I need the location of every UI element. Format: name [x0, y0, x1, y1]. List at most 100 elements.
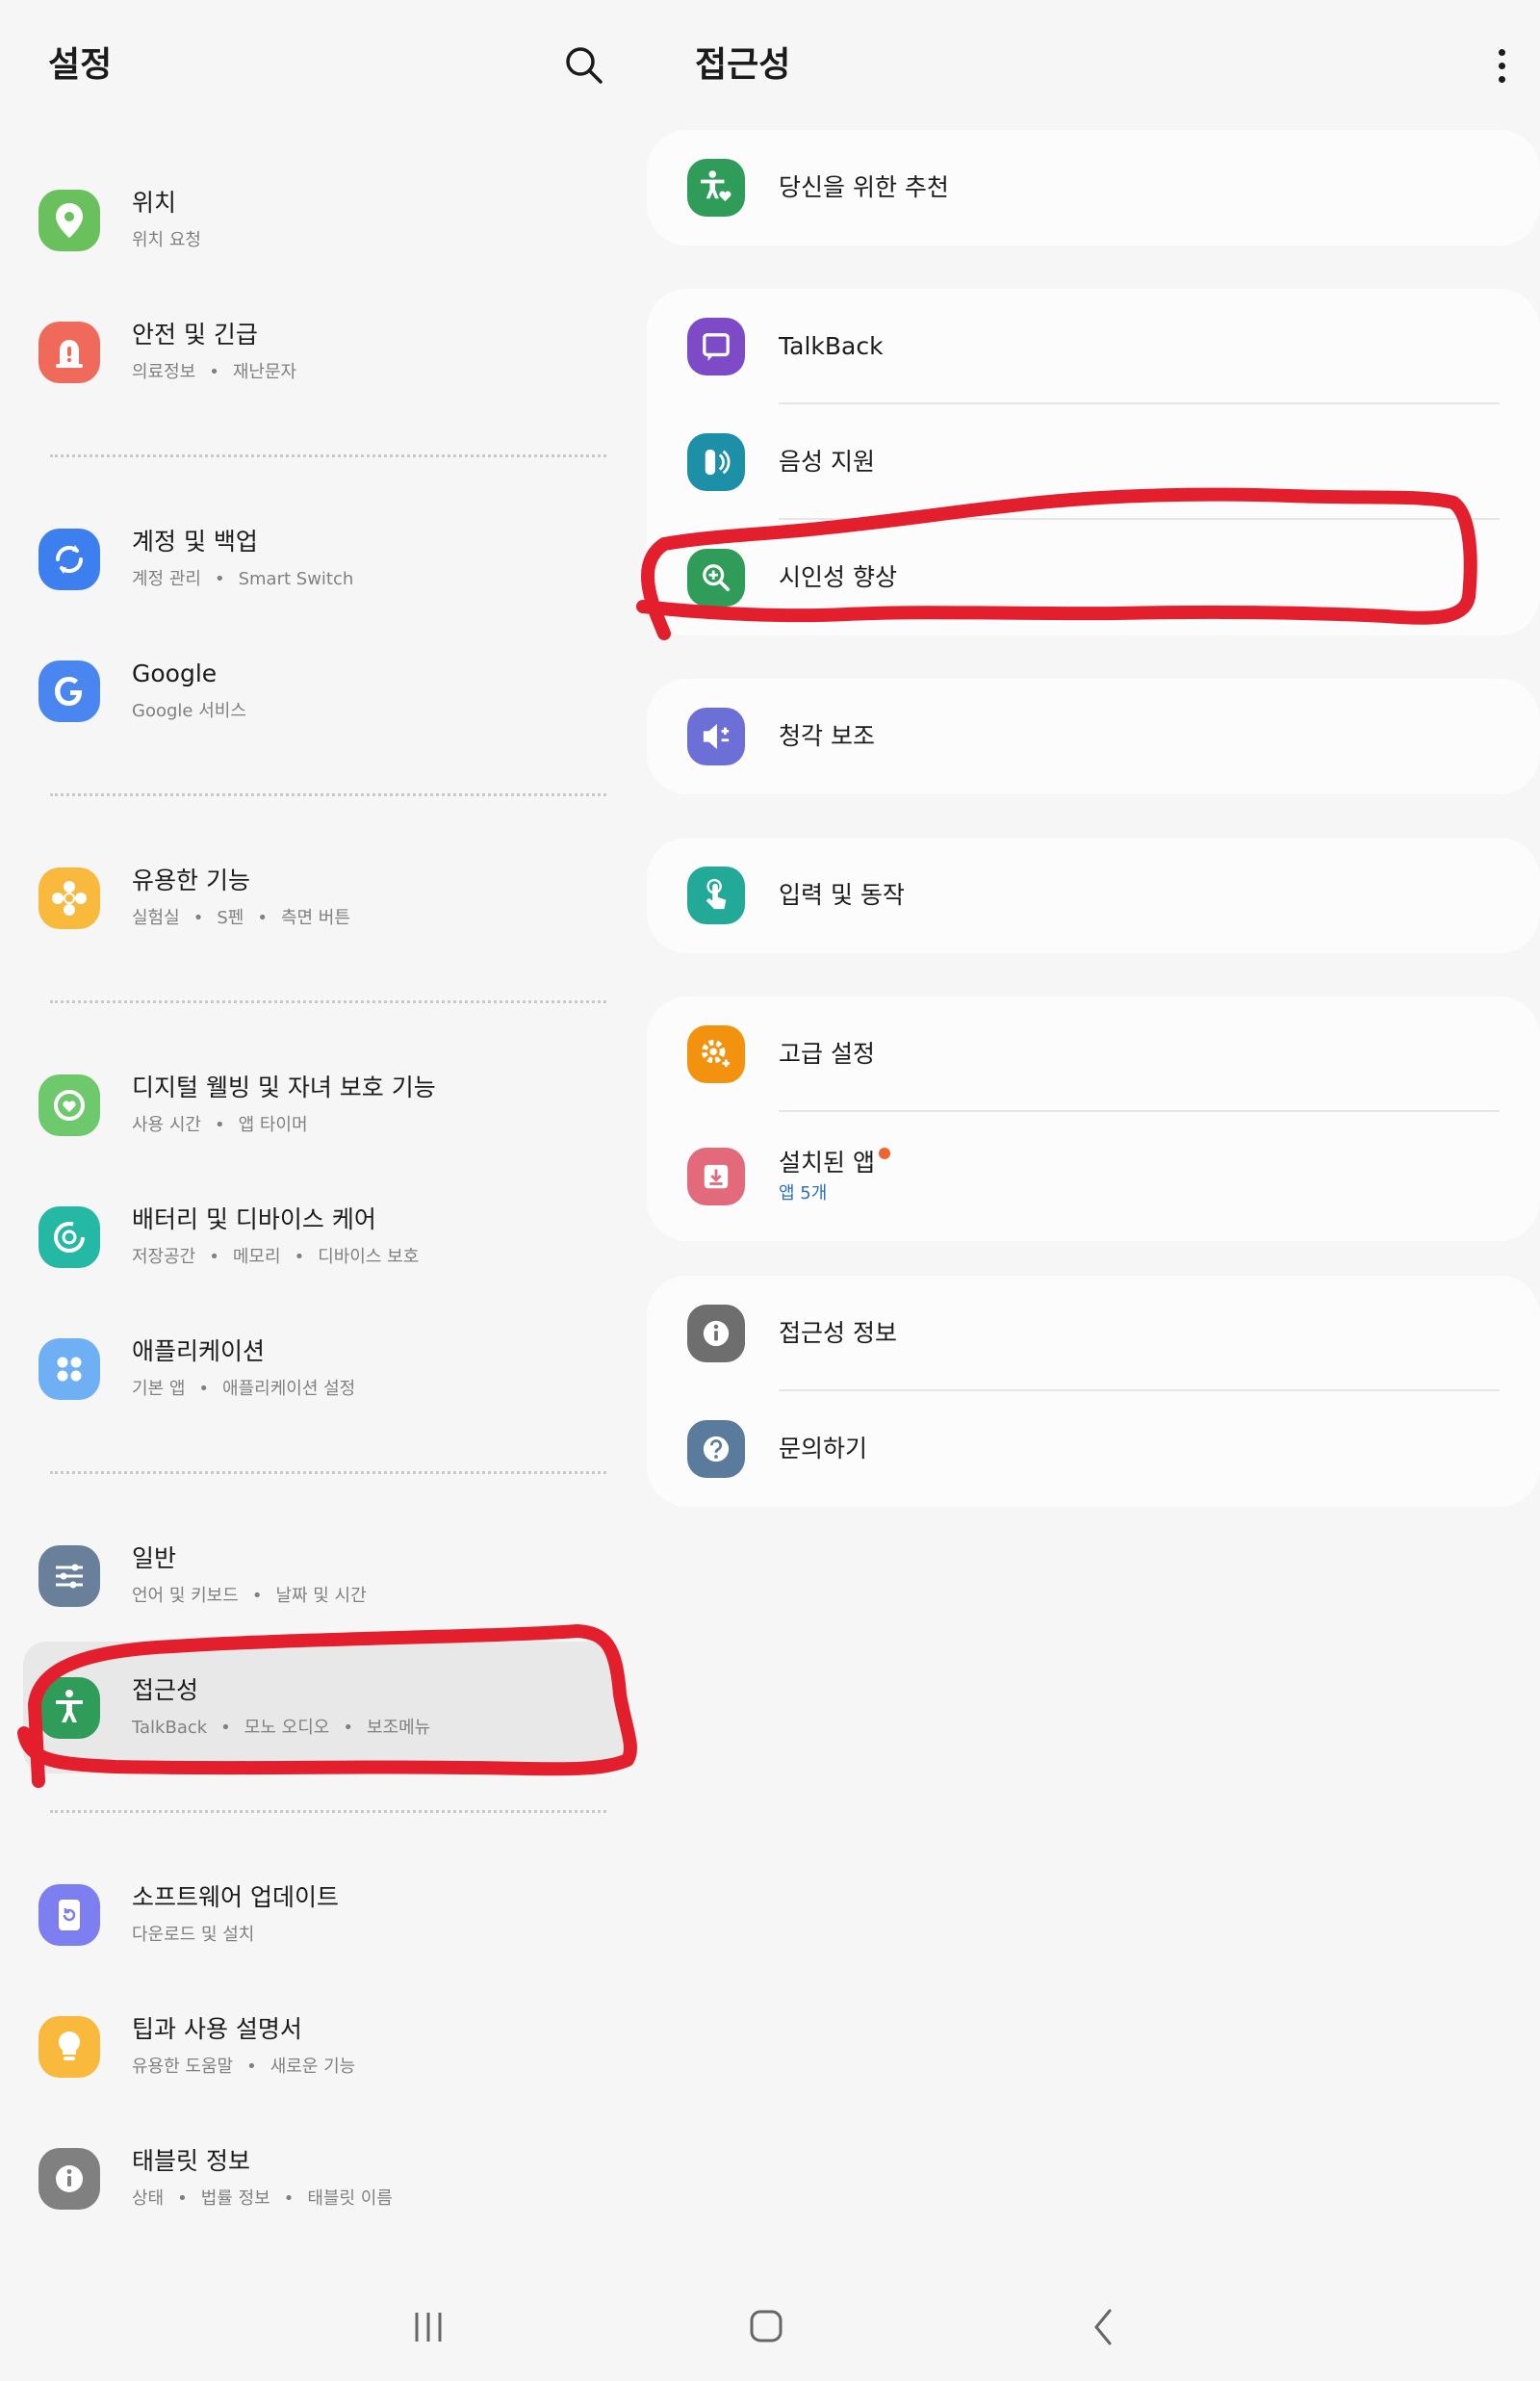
subtitle-part: Smart Switch [238, 568, 354, 589]
navigation-bar [0, 2272, 1540, 2381]
separator-dot: • [246, 2056, 257, 2077]
accessibility-item[interactable]: TalkBack [647, 289, 1540, 404]
subtitle-part: 날짜 및 시간 [275, 1585, 367, 1606]
page-title: 설정 [48, 45, 113, 85]
settings-item-subtitle: 의료정보 • 재난문자 [132, 358, 296, 387]
settings-item[interactable]: Google Google 서비스 [0, 625, 635, 757]
settings-item-subtitle: 계정 관리 • Smart Switch [132, 565, 353, 594]
section-divider [0, 1435, 635, 1510]
accessibility-item[interactable]: 음성 지원 [647, 404, 1540, 520]
sync-icon [38, 528, 100, 590]
more-vertical-icon[interactable] [1482, 42, 1521, 89]
accessibility-item[interactable]: 청각 보조 [647, 679, 1540, 794]
recents-icon[interactable] [399, 2299, 457, 2357]
subtitle-part: 새로운 기능 [270, 2056, 356, 2077]
accessibility-item-title: 고급 설정 [779, 1037, 875, 1072]
accessibility-heart-icon [687, 159, 745, 217]
settings-item-subtitle: 다운로드 및 설치 [132, 1921, 339, 1950]
new-badge-dot [878, 1148, 890, 1159]
section-divider [0, 1773, 635, 1849]
accessibility-item[interactable]: 입력 및 동작 [647, 838, 1540, 953]
accessibility-item[interactable]: 고급 설정 [647, 996, 1540, 1112]
accessibility-item[interactable]: 문의하기 [647, 1391, 1540, 1507]
subtitle-part: 측면 버튼 [280, 907, 350, 928]
accessibility-item-title: 접근성 정보 [779, 1316, 897, 1351]
accessibility-item[interactable]: 당신을 위한 추천 [647, 130, 1540, 246]
settings-item[interactable]: 접근성 TalkBack • 모노 오디오 • 보조메뉴 [23, 1642, 624, 1773]
separator-dot: • [192, 907, 204, 928]
settings-item[interactable]: 태블릿 정보 상태 • 법률 정보 • 태블릿 이름 [0, 2112, 635, 2244]
settings-item[interactable]: 계정 및 백업계정 관리 • Smart Switch [0, 493, 635, 625]
settings-item-title: 디지털 웰빙 및 자녀 보호 기능 [132, 1073, 436, 1101]
section-divider [0, 757, 635, 832]
home-icon[interactable] [738, 2299, 796, 2357]
subtitle-part: 모노 오디오 [244, 1717, 330, 1738]
separator-dot: • [220, 1717, 231, 1738]
accessibility-panel: 접근성 당신을 위한 추천 TalkBack 음성 지원시인성 향상청각 보조입력 … [647, 0, 1540, 2272]
location-icon [38, 189, 100, 251]
accessibility-header: 접근성 [695, 37, 1521, 94]
settings-card: 청각 보조 [647, 679, 1540, 794]
puzzle-icon [38, 867, 100, 929]
accessibility-item-title: 음성 지원 [779, 445, 875, 479]
subtitle-part: 메모리 [232, 1246, 281, 1267]
settings-item-subtitle: 유용한 도움말 • 새로운 기능 [132, 2053, 355, 2082]
talkback-icon [687, 318, 745, 375]
settings-item-title: 소프트웨어 업데이트 [132, 1882, 339, 1911]
item-title-text: 문의하기 [779, 1435, 868, 1462]
subtitle-part: TalkBack [132, 1717, 208, 1738]
settings-item[interactable]: 애플리케이션 기본 앱 • 애플리케이션 설정 [0, 1303, 635, 1435]
settings-item[interactable]: 디지털 웰빙 및 자녀 보호 기능사용 시간 • 앱 타이머 [0, 1039, 635, 1171]
item-title-text: 고급 설정 [779, 1040, 875, 1068]
settings-item-title: Google [132, 659, 218, 687]
subtitle-part: 법률 정보 [200, 2187, 270, 2209]
settings-item-title: 팁과 사용 설명서 [132, 2014, 302, 2043]
settings-list: 위치 위치 요청 안전 및 긴급 의료정보 • 재난문자 계정 및 백업 계정 관리 • Smar… [0, 154, 635, 2244]
settings-item-subtitle: 기본 앱 • 애플리케이션 설정 [132, 1375, 355, 1404]
separator-dot: • [294, 1246, 305, 1267]
subtitle-part: 애플리케이션 설정 [222, 1378, 356, 1399]
separator-dot: • [198, 1378, 210, 1399]
subtitle-part: 재난문자 [232, 361, 297, 382]
subtitle-part: 사용 시간 [132, 1114, 201, 1135]
settings-panel: 설정 위치 위치 요청 안전 및 긴급 의료정보 • 재난문자 계정 및 백업 계정 관리 • S… [0, 0, 635, 2272]
hearing-icon [687, 708, 745, 765]
accessibility-item[interactable]: 설치된 앱앱 5개 [647, 1112, 1540, 1241]
subtitle-part: 디바이스 보호 [318, 1246, 420, 1267]
settings-card: 접근성 정보문의하기 [647, 1276, 1540, 1507]
settings-item-title: 애플리케이션 [132, 1336, 266, 1365]
settings-card: 고급 설정설치된 앱앱 5개 [647, 996, 1540, 1241]
settings-item-title: 계정 및 백업 [132, 527, 258, 556]
accessibility-item-title: 청각 보조 [779, 719, 875, 754]
settings-item-title: 유용한 기능 [132, 866, 250, 894]
wellbeing-icon [38, 1074, 100, 1136]
gear-plus-icon [687, 1025, 745, 1083]
settings-item[interactable]: 위치 위치 요청 [0, 154, 635, 286]
settings-item[interactable]: 배터리 및 디바이스 케어 저장공간 • 메모리 • 디바이스 보호 [0, 1171, 635, 1303]
subtitle-part: 언어 및 키보드 [132, 1585, 239, 1606]
separator-dot: • [283, 2187, 295, 2209]
settings-item[interactable]: 안전 및 긴급 의료정보 • 재난문자 [0, 286, 635, 418]
settings-item[interactable]: 소프트웨어 업데이트다운로드 및 설치 [0, 1849, 635, 1980]
settings-card: 당신을 위한 추천 [647, 130, 1540, 246]
zoom-in-icon [687, 549, 745, 607]
subtitle-part: 계정 관리 [132, 568, 201, 589]
back-icon[interactable] [1075, 2299, 1133, 2357]
accessibility-item[interactable]: 시인성 향상 [647, 520, 1540, 635]
accessibility-item-title: 시인성 향상 [779, 560, 897, 595]
subtitle-part: 유용한 도움말 [132, 2056, 234, 2077]
separator-dot: • [257, 907, 268, 928]
settings-item[interactable]: 팁과 사용 설명서유용한 도움말 • 새로운 기능 [0, 1980, 635, 2112]
download-icon [687, 1148, 745, 1205]
section-divider [0, 418, 635, 493]
settings-item-subtitle: 사용 시간 • 앱 타이머 [132, 1111, 436, 1140]
search-icon[interactable] [560, 42, 606, 89]
update-icon [38, 1883, 100, 1946]
item-title-text: 당신을 위한 추천 [779, 173, 949, 201]
accessibility-item-title: 문의하기 [779, 1432, 867, 1466]
settings-item[interactable]: 유용한 기능 실험실 • S펜 • 측면 버튼 [0, 832, 635, 964]
settings-item[interactable]: 일반 언어 및 키보드 • 날짜 및 시간 [0, 1510, 635, 1642]
accessibility-item[interactable]: 접근성 정보 [647, 1276, 1540, 1391]
separator-dot: • [209, 361, 219, 382]
settings-card: 입력 및 동작 [647, 838, 1540, 953]
